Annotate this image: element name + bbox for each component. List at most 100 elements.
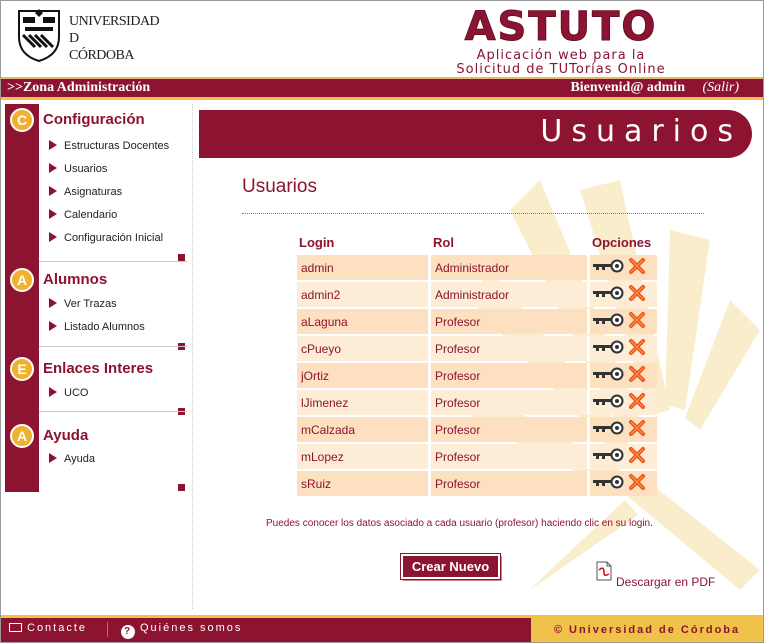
divider [39,411,187,412]
sidebar-item-label: Calendario [64,209,118,221]
user-login-link[interactable]: mCalzada [297,417,431,442]
university-name-line: UNIVERSIDAD [69,14,160,29]
user-role: Profesor [431,417,590,442]
user-login-link[interactable]: admin [297,255,431,280]
welcome-text: Bienvenid@ admin [570,80,685,95]
sidebar-item-label: UCO [64,387,89,399]
sidebar-item-ayuda[interactable]: Ayuda [49,453,95,465]
sidebar-separator [5,346,187,347]
sidebar-item-label: Ver Trazas [64,298,117,310]
user-login-link[interactable]: cPueyo [297,336,431,361]
user-role: Profesor [431,471,590,496]
sidebar-item-label: Asignaturas [64,186,123,198]
sidebar-item-configuracion-inicial[interactable]: Configuración Inicial [49,232,163,244]
sidebar-item-ver-trazas[interactable]: Ver Trazas [49,298,117,310]
user-options [590,417,657,442]
table-row: mCalzada Profesor [297,417,657,442]
column-header-login: Login [299,234,335,250]
key-icon[interactable] [592,340,624,357]
user-login-link[interactable]: mLopez [297,444,431,469]
contact-link[interactable]: Contacte [9,622,87,634]
app-subtitle-line: Aplicación web para la [476,48,646,63]
sidebar-item-label: Listado Alumnos [64,321,145,333]
user-login-link[interactable]: aLaguna [297,309,431,334]
key-icon[interactable] [592,259,624,276]
table-row: aLaguna Profesor [297,309,657,334]
table-header-row: Login Rol Opciones [297,231,657,253]
key-icon[interactable] [592,367,624,384]
content-divider [192,104,193,609]
copyright: © Universidad de Córdoba [531,618,763,642]
table-row: lJimenez Profesor [297,390,657,415]
table-row: cPueyo Profesor [297,336,657,361]
user-login-link[interactable]: lJimenez [297,390,431,415]
heading-divider [242,213,704,214]
sidebar-section-ayuda: A Ayuda Ayuda [5,420,187,491]
sidebar-item-uco[interactable]: UCO [49,387,88,399]
sidebar-item-usuarios[interactable]: Usuarios [49,163,107,175]
user-options [590,471,657,496]
key-icon[interactable] [592,394,624,411]
create-user-button[interactable]: Crear Nuevo [400,553,501,580]
arrow-right-icon [49,387,57,397]
arrow-right-icon [49,232,57,242]
sidebar-item-listado-alumnos[interactable]: Listado Alumnos [49,321,145,333]
key-icon[interactable] [592,448,624,465]
sidebar-item-calendario[interactable]: Calendario [49,209,117,221]
user-role: Profesor [431,363,590,388]
user-options [590,309,657,334]
university-name: UNIVERSIDAD D CÓRDOBA [69,13,160,64]
section-badge: A [10,424,34,448]
delete-icon[interactable] [628,311,646,332]
sidebar-item-label: Configuración Inicial [64,232,164,244]
user-login-link[interactable]: sRuiz [297,471,431,496]
key-icon[interactable] [592,475,624,492]
delete-icon[interactable] [628,284,646,305]
user-role: Administrador [431,282,590,307]
key-icon[interactable] [592,421,624,438]
section-badge: C [10,108,34,132]
section-badge: A [10,268,34,292]
table-row: jOrtiz Profesor [297,363,657,388]
key-icon[interactable] [592,313,624,330]
delete-icon[interactable] [628,257,646,278]
user-options [590,336,657,361]
info-text: Puedes conocer los datos asociado a cada… [266,518,653,529]
sidebar: C Configuración Estructuras Docentes Usu… [5,104,187,494]
footer-divider [107,622,108,637]
sidebar-item-estructuras-docentes[interactable]: Estructuras Docentes [49,140,169,152]
user-login-link[interactable]: jOrtiz [297,363,431,388]
delete-icon[interactable] [628,392,646,413]
delete-icon[interactable] [628,365,646,386]
arrow-right-icon [49,321,57,331]
user-options [590,390,657,415]
logout-link[interactable]: (Salir) [702,80,739,96]
sidebar-item-label: Estructuras Docentes [64,140,170,152]
section-marker [178,484,185,491]
app-subtitle-line: Solicitud de TUTorías Online [456,62,666,77]
delete-icon[interactable] [628,419,646,440]
key-icon[interactable] [592,286,624,303]
arrow-right-icon [49,163,57,173]
column-header-opciones: Opciones [592,234,652,250]
user-role: Profesor [431,444,590,469]
about-link[interactable]: ? Quiénes somos [121,622,242,639]
delete-icon[interactable] [628,473,646,494]
user-options [590,444,657,469]
zone-label: >>Zona Administración [7,80,151,95]
table-row: mLopez Profesor [297,444,657,469]
university-name-line: CÓRDOBA [69,48,134,63]
divider [39,346,187,347]
sidebar-item-asignaturas[interactable]: Asignaturas [49,186,122,198]
user-role: Profesor [431,309,590,334]
user-role: Profesor [431,390,590,415]
section-title: Ayuda [43,427,89,444]
sidebar-separator [5,261,187,262]
sidebar-section-enlaces: E Enlaces Interes UCO [5,353,187,415]
user-options [590,282,657,307]
contact-label: Contacte [27,622,88,634]
user-login-link[interactable]: admin2 [297,282,431,307]
delete-icon[interactable] [628,446,646,467]
table-row: admin Administrador [297,255,657,280]
delete-icon[interactable] [628,338,646,359]
